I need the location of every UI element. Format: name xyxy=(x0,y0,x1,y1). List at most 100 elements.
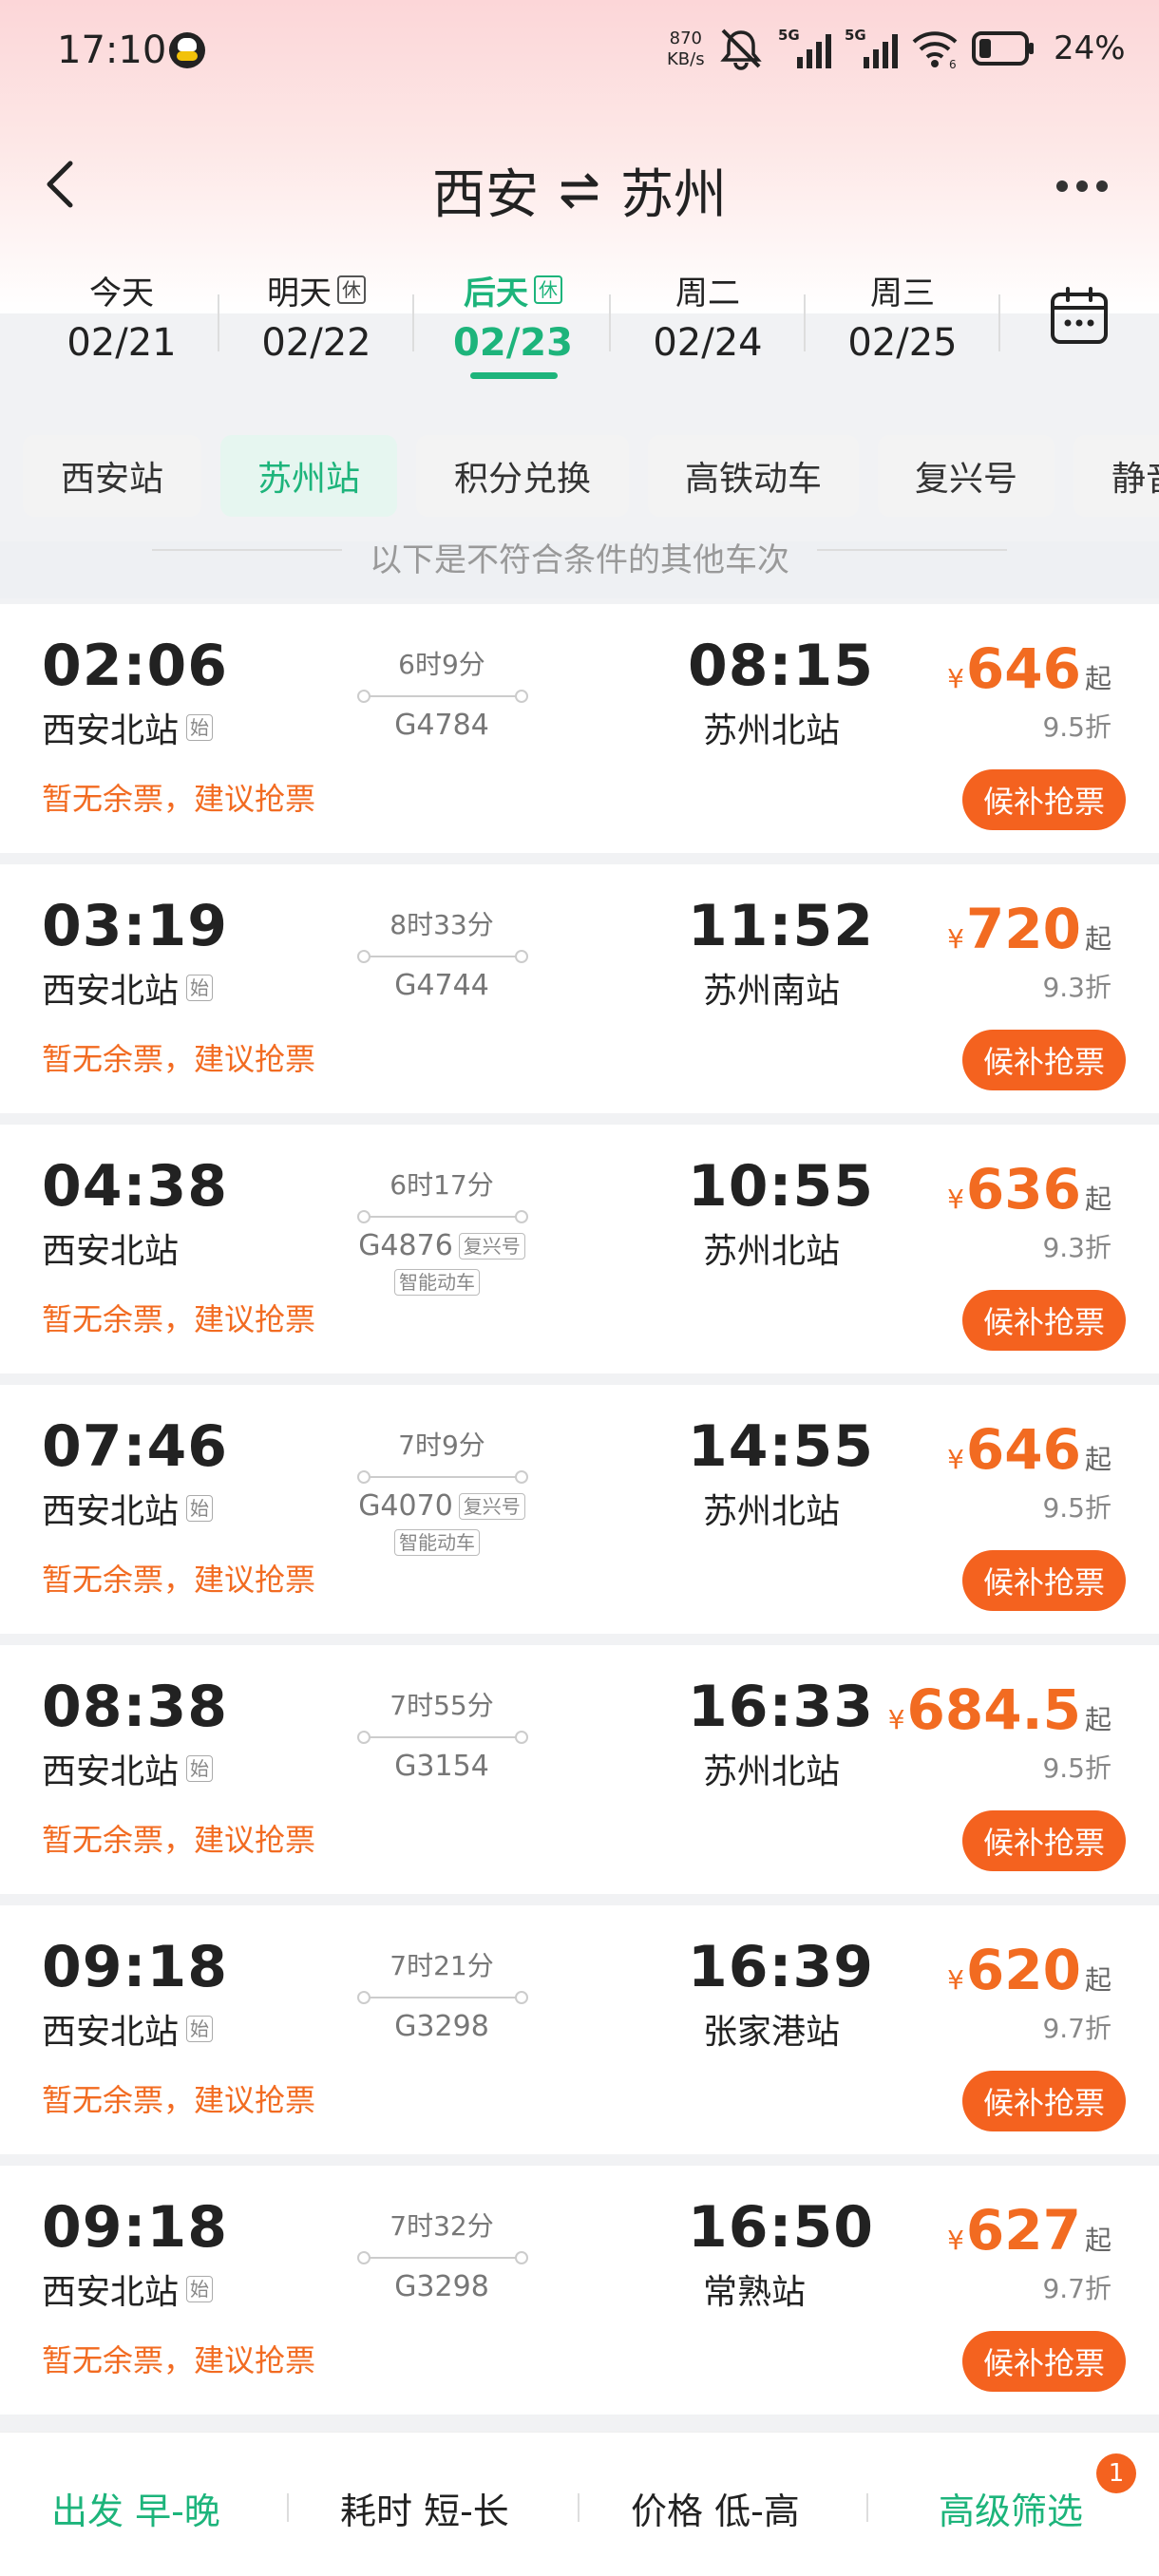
ticket-price: ¥636 起 xyxy=(947,1157,1112,1222)
sort-duration-button[interactable]: 耗时 短-长 xyxy=(340,2482,509,2534)
departure-time: 02:06 xyxy=(42,633,228,699)
train-card[interactable]: 04:38 西安北站 6时17分 G4876 复兴号 智能动车 10:55 苏州北… xyxy=(0,1125,1159,1373)
route-line xyxy=(357,950,528,963)
discount: 9.5折 xyxy=(1042,711,1112,743)
date-tab-4[interactable]: 周三 02/25 xyxy=(808,266,998,366)
date-tab-2[interactable]: 后天休 02/23 xyxy=(418,266,608,379)
train-card[interactable]: 07:46 西安北站始 7时9分 G4070 复兴号 智能动车 14:55 苏州北… xyxy=(0,1385,1159,1634)
departure-station: 西安北站始 xyxy=(42,963,214,1013)
wifi-icon: 6 xyxy=(912,31,958,70)
bottom-separator xyxy=(287,2493,289,2522)
date-tab-1[interactable]: 明天休 02/22 xyxy=(221,266,411,366)
date-separator xyxy=(412,294,414,351)
swap-icon[interactable] xyxy=(556,167,603,215)
waitlist-button[interactable]: 候补抢票 xyxy=(962,2331,1126,2392)
route-line xyxy=(357,690,528,703)
speed-unit: KB/s xyxy=(667,49,705,69)
travel-duration: 8时33分 xyxy=(390,909,494,940)
waitlist-button[interactable]: 候补抢票 xyxy=(962,1030,1126,1090)
travel-duration: 6时17分 xyxy=(390,1169,494,1201)
battery-icon xyxy=(972,31,1034,66)
departure-station-name: 西安北站 xyxy=(42,1232,180,1271)
price-suffix: 起 xyxy=(1084,2225,1112,2256)
train-card[interactable]: 09:18 西安北站始 7时21分 G3298 16:39 张家港站 ¥620 起… xyxy=(0,1905,1159,2154)
fuxing-tag: 复兴号 xyxy=(458,1232,525,1260)
other-trains-divider: 以下是不符合条件的其他车次 xyxy=(0,541,1159,598)
train-card[interactable]: 08:38 西安北站始 7时55分 G3154 16:33 苏州北站 ¥684.… xyxy=(0,1645,1159,1894)
discount: 9.5折 xyxy=(1042,1492,1112,1524)
date-tab-day: 周二 xyxy=(675,274,740,313)
date-tab-date: 02/23 xyxy=(453,321,573,365)
sort-depart-button[interactable]: 出发 早-晚 xyxy=(51,2482,220,2534)
date-separator xyxy=(218,294,219,351)
date-tab-0[interactable]: 今天 02/21 xyxy=(27,266,217,366)
currency-symbol: ¥ xyxy=(947,923,964,955)
waitlist-button[interactable]: 候补抢票 xyxy=(962,1290,1126,1351)
filter-chip-points[interactable]: 积分兑换 xyxy=(416,435,629,517)
bottom-sort-bar: 出发 早-晚 耗时 短-长 价格 低-高 高级筛选 1 xyxy=(0,2432,1159,2576)
advanced-filter-button[interactable]: 高级筛选 xyxy=(939,2482,1083,2534)
sort-price-button[interactable]: 价格 低-高 xyxy=(631,2482,800,2534)
waitlist-button[interactable]: 候补抢票 xyxy=(962,769,1126,830)
waitlist-button[interactable]: 候补抢票 xyxy=(962,1810,1126,1871)
arrival-station: 常熟站 xyxy=(703,2273,807,2312)
date-tab-date: 02/24 xyxy=(653,321,763,365)
network-speed: 870 KB/s xyxy=(667,28,705,70)
price-value: 646 xyxy=(965,1417,1081,1482)
arrival-station: 苏州南站 xyxy=(703,972,841,1011)
more-icon[interactable] xyxy=(1056,180,1108,192)
filter-chip-quiet[interactable]: 静音 xyxy=(1074,435,1159,517)
filter-chips: 西安站 苏州站 积分兑换 高铁动车 复兴号 静音 xyxy=(0,433,1159,521)
svg-text:6: 6 xyxy=(949,58,957,70)
status-bar: 17:10 870 KB/s 5G 5G 6 24% xyxy=(0,0,1159,104)
train-card[interactable]: 02:06 西安北站始 6时9分 G4784 08:15 苏州北站 ¥646 起 … xyxy=(0,604,1159,853)
fuxing-tag: 复兴号 xyxy=(458,1492,525,1520)
filter-chip-high-speed[interactable]: 高铁动车 xyxy=(648,435,859,517)
train-card[interactable]: 03:19 西安北站始 8时33分 G4744 11:52 苏州南站 ¥720 起… xyxy=(0,864,1159,1113)
svg-text:5G: 5G xyxy=(778,27,800,44)
train-card[interactable]: 09:18 西安北站始 7时32分 G3298 16:50 常熟站 ¥627 起 … xyxy=(0,2166,1159,2415)
filter-chip-suzhou-station[interactable]: 苏州站 xyxy=(220,435,397,517)
to-city: 苏州 xyxy=(620,164,727,226)
train-number: G4876 复兴号 xyxy=(352,1229,532,1262)
ticket-price: ¥720 起 xyxy=(947,897,1112,961)
train-number: G4784 xyxy=(352,709,532,742)
departure-station-name: 西安北站 xyxy=(42,972,180,1011)
waitlist-button[interactable]: 候补抢票 xyxy=(962,2071,1126,2131)
date-tab-day: 周三 xyxy=(870,274,935,313)
cell-signal-2-icon: 5G xyxy=(845,27,898,68)
train-number: G3298 xyxy=(352,2270,532,2303)
arrival-station: 苏州北站 xyxy=(703,1752,841,1791)
discount: 9.5折 xyxy=(1042,1752,1112,1784)
arrival-station: 苏州北站 xyxy=(703,711,841,750)
currency-symbol: ¥ xyxy=(947,1444,964,1475)
waitlist-button[interactable]: 候补抢票 xyxy=(962,1550,1126,1611)
calendar-icon[interactable] xyxy=(1049,285,1110,348)
travel-duration: 7时9分 xyxy=(398,1430,485,1461)
price-suffix: 起 xyxy=(1084,1964,1112,1996)
filter-chip-xian-station[interactable]: 西安站 xyxy=(23,435,201,517)
route-line xyxy=(357,1470,528,1484)
availability-status: 暂无余票，建议抢票 xyxy=(42,1301,316,1337)
arrival-time: 11:52 xyxy=(688,893,874,959)
bottom-separator xyxy=(866,2493,868,2522)
date-tabs: 今天 02/21 明天休 02/22 后天休 02/23 周二 02/24 周三… xyxy=(0,266,1159,389)
origin-tag: 始 xyxy=(186,714,214,741)
status-icons: 5G 5G 6 24% xyxy=(717,25,1126,72)
ticket-price: ¥646 起 xyxy=(947,1417,1112,1482)
date-tab-3[interactable]: 周二 02/24 xyxy=(613,266,803,366)
date-separator xyxy=(609,294,611,351)
availability-status: 暂无余票，建议抢票 xyxy=(42,781,316,817)
price-value: 720 xyxy=(965,897,1081,961)
filter-chip-fuxing[interactable]: 复兴号 xyxy=(878,435,1054,517)
date-tab-day: 今天 xyxy=(89,274,154,313)
travel-duration: 6时9分 xyxy=(398,649,485,680)
availability-status: 暂无余票，建议抢票 xyxy=(42,1041,316,1077)
train-number-text: G4744 xyxy=(394,969,489,1002)
travel-duration: 7时55分 xyxy=(390,1690,494,1721)
departure-station: 西安北站始 xyxy=(42,703,214,752)
route-title[interactable]: 西安 苏州 xyxy=(0,152,1159,229)
discount: 9.3折 xyxy=(1042,972,1112,1003)
currency-symbol: ¥ xyxy=(887,1704,905,1735)
arrival-time: 16:50 xyxy=(688,2194,874,2261)
